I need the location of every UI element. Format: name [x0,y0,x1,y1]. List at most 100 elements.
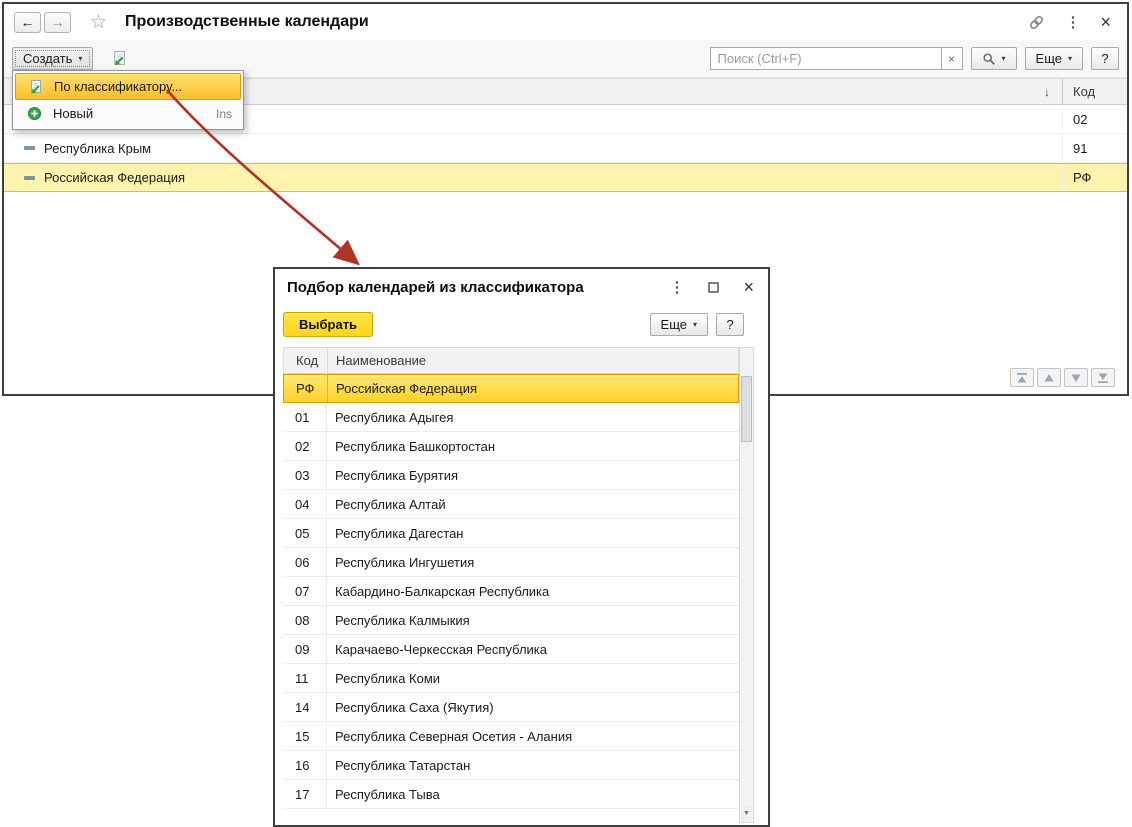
search-icon [982,52,995,65]
table-row[interactable]: 01 Республика Адыгея [283,403,739,432]
table-row[interactable]: 11 Республика Коми [283,664,739,693]
scroll-down-button[interactable]: ▼ [741,806,752,821]
menu-item-new[interactable]: Новый Ins [15,100,241,127]
region-name: Республика Бурятия [335,467,459,483]
forward-button[interactable]: → [44,11,71,33]
region-name: Республика Саха (Якутия) [335,699,494,715]
menu-item-label: Новый [53,106,94,121]
more-button-label: Еще [1035,51,1062,66]
list-move-buttons [1010,368,1115,387]
menu-item-by-classifier[interactable]: По классификатору... [15,73,241,100]
region-name: Республика Алтай [335,496,446,512]
create-from-classifier-button[interactable] [103,47,133,71]
more-button[interactable]: Еще ▾ [1024,47,1083,70]
row-name-cell: Российская Федерация [4,164,1063,191]
move-down-button[interactable] [1064,368,1088,387]
region-name: Республика Татарстан [335,757,471,773]
create-button[interactable]: Создать ▾ [12,47,94,70]
clear-search-button[interactable]: × [941,47,963,70]
chevron-down-icon: ▾ [692,319,697,329]
more-button[interactable]: Еще ▾ [649,312,708,336]
region-code: 01 [283,403,327,431]
more-button-label: Еще [660,316,687,332]
back-button[interactable]: ← [14,11,41,33]
region-code: 03 [283,461,327,489]
row-name-cell: Республика Крым [4,134,1063,162]
favorite-star-icon[interactable]: ☆ [90,11,107,34]
region-name: Кабардино-Балкарская Республика [335,583,550,599]
create-from-classifier-icon [114,51,125,66]
table-row[interactable]: 15 Республика Северная Осетия - Алания [283,722,739,751]
region-name: Республика Коми [335,670,441,686]
create-dropdown-menu: По классификатору... Новый Ins [12,70,244,130]
clear-search-icon: × [948,51,956,66]
name-column-header[interactable]: Наименование [328,348,738,373]
kebab-menu-icon[interactable]: ⋮ [669,278,684,296]
page-title: Производственные календари [125,13,369,30]
create-from-classifier-icon [25,79,45,95]
move-to-bottom-button[interactable] [1091,368,1115,387]
help-button-label: ? [726,316,734,332]
region-name: Республика Ингушетия [335,554,475,570]
toolbar-right-group: × ▾ Еще ▾ ? [709,47,1119,70]
move-down-icon [1071,374,1081,382]
move-up-button[interactable] [1037,368,1061,387]
add-new-icon [24,106,44,121]
region-code: 11 [283,664,327,692]
vertical-scrollbar[interactable]: ▼ [739,347,754,823]
link-icon[interactable] [1028,14,1045,31]
table-row[interactable]: 02 Республика Башкортостан [283,432,739,461]
move-up-icon [1044,373,1054,381]
table-row[interactable]: Российская Федерация РФ [4,163,1127,192]
select-button-label: Выбрать [299,316,358,332]
sort-descending-icon: ↓ [1044,84,1050,99]
table-row[interactable]: 16 Республика Татарстан [283,751,739,780]
create-button-label: Создать [23,51,73,66]
window-header: ← → ☆ Производственные календари ⋮ × [4,4,1127,40]
code-column-header[interactable]: Код [284,348,328,373]
back-icon: ← [20,14,35,30]
help-button[interactable]: ? [716,312,744,336]
help-button[interactable]: ? [1091,47,1119,70]
table-row[interactable]: 14 Республика Саха (Якутия) [283,693,739,722]
table-row[interactable]: 08 Республика Калмыкия [283,606,739,635]
region-code: 14 [283,693,327,721]
table-row[interactable]: РФ Российская Федерация [283,374,739,403]
region-name: Республика Северная Осетия - Алания [335,728,573,744]
table-row[interactable]: 05 Республика Дагестан [283,519,739,548]
list-item-icon [24,175,35,180]
table-row[interactable]: Республика Крым 91 [4,134,1127,163]
classifier-header-row: Код Наименование [283,347,739,374]
table-row[interactable]: 07 Кабардино-Балкарская Республика [283,577,739,606]
classifier-picker-dialog: Подбор календарей из классификатора ⋮ × … [273,267,770,827]
search-settings-button[interactable]: ▾ [970,47,1017,70]
dialog-header-actions: ⋮ × [669,277,756,298]
code-column-header[interactable]: Код [1063,79,1127,104]
calendar-code: 91 [1073,140,1088,156]
region-name: Карачаево-Черкесская Республика [335,641,547,657]
region-code: 06 [283,548,327,576]
table-row[interactable]: 03 Республика Бурятия [283,461,739,490]
table-row[interactable]: 04 Республика Алтай [283,490,739,519]
region-name: Республика Калмыкия [335,612,470,628]
region-code: 05 [283,519,327,547]
menu-item-label: По классификатору... [54,79,183,94]
table-row[interactable]: 17 Республика Тыва [283,780,739,809]
move-to-top-button[interactable] [1010,368,1034,387]
screenshot-stage: ← → ☆ Производственные календари ⋮ × Соз… [0,0,1132,827]
table-row[interactable]: 09 Карачаево-Черкесская Республика [283,635,739,664]
region-code: 04 [283,490,327,518]
region-code: 02 [283,432,327,460]
select-button[interactable]: Выбрать [283,311,374,337]
table-row[interactable]: 06 Республика Ингушетия [283,548,739,577]
scrollbar-thumb[interactable] [741,376,752,442]
kebab-menu-icon[interactable]: ⋮ [1065,13,1080,31]
maximize-icon[interactable] [708,281,720,293]
close-icon[interactable]: × [1100,12,1111,33]
scroll-down-icon: ▼ [743,810,750,817]
window-header-actions: ⋮ × [1028,12,1117,33]
region-code: 08 [283,606,327,634]
close-icon[interactable]: × [743,277,754,298]
chevron-down-icon: ▾ [78,54,83,63]
search-input[interactable] [709,47,942,70]
